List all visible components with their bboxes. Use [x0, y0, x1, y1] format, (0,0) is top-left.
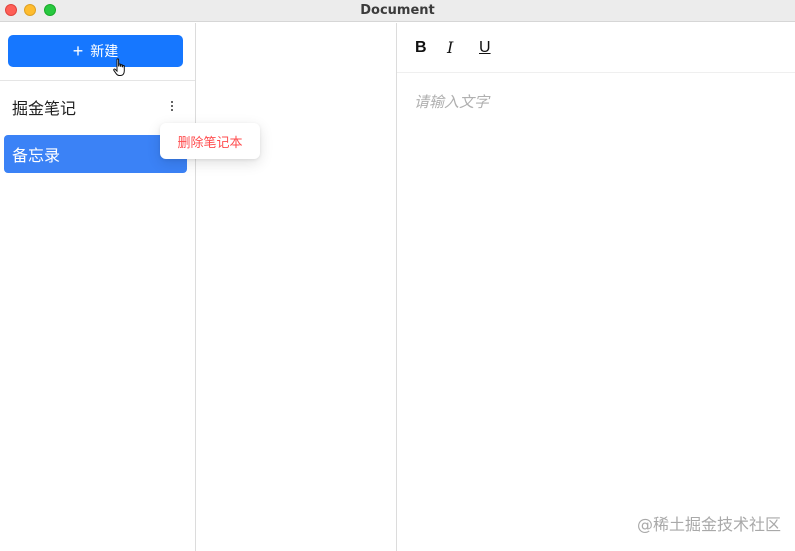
- underline-button[interactable]: U: [479, 39, 511, 57]
- notebook-item-label: 备忘录: [12, 148, 61, 165]
- notebook-item-label: 掘金笔记: [12, 101, 77, 118]
- editor-input[interactable]: 请输入文字: [414, 91, 489, 112]
- editor-toolbar: B I U: [397, 23, 795, 73]
- italic-button[interactable]: I: [447, 38, 479, 57]
- notebook-context-menu: 删除笔记本: [160, 123, 260, 159]
- new-notebook-button[interactable]: + 新建: [8, 35, 183, 67]
- note-list-panel: [196, 23, 397, 551]
- plus-icon: +: [72, 41, 84, 61]
- window-title: Document: [360, 3, 435, 18]
- notebook-item[interactable]: 掘金笔记: [4, 88, 187, 126]
- editor-panel: B I U 请输入文字: [397, 23, 795, 551]
- sidebar-divider: [0, 80, 195, 81]
- more-vertical-icon[interactable]: [169, 97, 175, 115]
- watermark-text: @稀土掘金技术社区: [636, 515, 781, 534]
- notebook-sidebar: + 新建 掘金笔记 备忘录: [0, 23, 196, 551]
- bold-button[interactable]: B: [415, 39, 447, 57]
- hand-pointer-cursor-icon: [113, 58, 125, 76]
- delete-notebook-menu-item[interactable]: 删除笔记本: [177, 132, 242, 151]
- title-bar: Document: [0, 0, 795, 22]
